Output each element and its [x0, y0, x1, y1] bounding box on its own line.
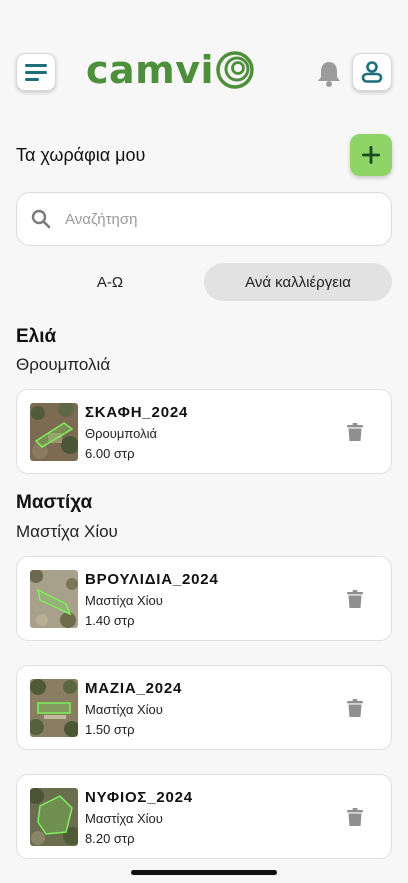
menu-button[interactable]	[16, 53, 56, 91]
profile-button[interactable]	[352, 53, 392, 91]
field-name: ΝΥΦΙΟΣ_2024	[85, 789, 193, 806]
app-logo: camvi	[86, 46, 254, 94]
field-name: ΣΚΑΦΗ_2024	[85, 404, 189, 421]
search-box[interactable]	[16, 192, 392, 246]
delete-field-button[interactable]	[347, 423, 363, 447]
logo-text: camvi	[86, 48, 215, 92]
page-title-row: Τα χωράφια μου	[16, 134, 392, 176]
field-name: ΜΑΖΙΑ_2024	[85, 680, 183, 697]
delete-field-button[interactable]	[347, 808, 363, 832]
field-area: 8.20 στρ	[85, 831, 135, 846]
trash-icon	[347, 699, 363, 717]
field-thumbnail	[30, 788, 78, 846]
field-area: 1.40 στρ	[85, 613, 135, 628]
variety-heading: Μαστίχα Χίου	[16, 522, 118, 541]
notifications-button[interactable]	[316, 60, 342, 93]
field-variety: Μαστίχα Χίου	[85, 811, 163, 826]
field-card[interactable]: ΜΑΖΙΑ_2024 Μαστίχα Χίου 1.50 στρ	[16, 665, 392, 750]
user-icon	[361, 61, 383, 83]
delete-field-button[interactable]	[347, 699, 363, 723]
field-name: ΒΡΟΥΛΙΔΙΑ_2024	[85, 571, 219, 588]
sort-option-by-crop[interactable]: Ανά καλλιέργεια	[204, 263, 392, 301]
trash-icon	[347, 423, 363, 441]
field-card[interactable]: ΝΥΦΙΟΣ_2024 Μαστίχα Χίου 8.20 στρ	[16, 774, 392, 859]
variety-heading: Θρουμπολιά	[16, 355, 111, 374]
search-icon	[31, 209, 51, 229]
delete-field-button[interactable]	[347, 590, 363, 614]
trash-icon	[347, 808, 363, 826]
search-input[interactable]	[65, 210, 355, 228]
crop-heading: Μαστίχα	[16, 492, 93, 513]
field-thumbnail	[30, 570, 78, 628]
field-card[interactable]: ΒΡΟΥΛΙΔΙΑ_2024 Μαστίχα Χίου 1.40 στρ	[16, 556, 392, 641]
field-variety: Μαστίχα Χίου	[85, 702, 163, 717]
logo-swirl-icon	[216, 51, 254, 89]
crop-heading: Ελιά	[16, 326, 57, 347]
field-area: 1.50 στρ	[85, 722, 135, 737]
hamburger-menu-icon	[25, 64, 47, 81]
sort-toggle: Α-Ω Ανά καλλιέργεια	[16, 263, 392, 301]
app-header: camvi	[0, 44, 408, 100]
page-title: Τα χωράφια μου	[16, 145, 146, 165]
plus-icon	[362, 146, 380, 164]
add-field-button[interactable]	[350, 134, 392, 176]
field-variety: Θρουμπολιά	[85, 426, 158, 441]
field-variety: Μαστίχα Χίου	[85, 593, 163, 608]
field-thumbnail	[30, 403, 78, 461]
sort-option-alphabetical[interactable]: Α-Ω	[16, 263, 204, 301]
trash-icon	[347, 590, 363, 608]
home-indicator	[131, 870, 277, 875]
field-card[interactable]: ΣΚΑΦΗ_2024 Θρουμπολιά 6.00 στρ	[16, 389, 392, 474]
field-area: 6.00 στρ	[85, 446, 135, 461]
bell-icon	[318, 62, 340, 87]
field-thumbnail	[30, 679, 78, 737]
